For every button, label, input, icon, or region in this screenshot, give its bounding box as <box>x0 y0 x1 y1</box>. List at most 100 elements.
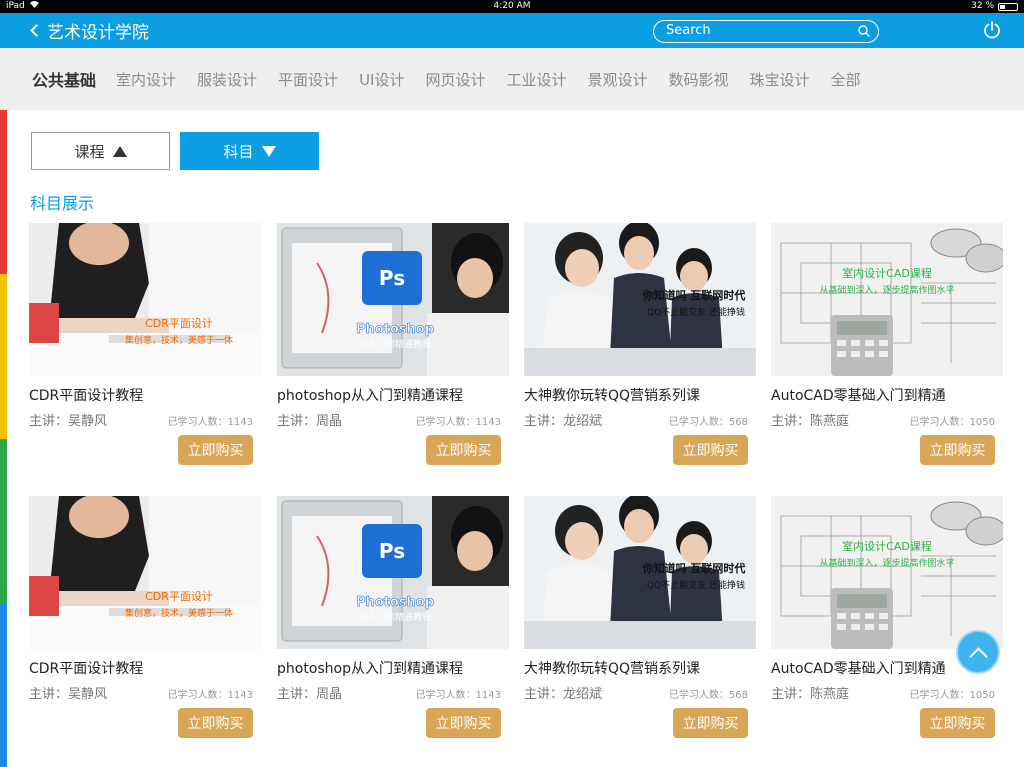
buy-now-button[interactable]: 立即购买 <box>178 708 253 738</box>
course-title[interactable]: AutoCAD零基础入门到精通 <box>771 658 946 678</box>
learner-count: 已学习人数：1050 <box>909 417 995 428</box>
learner-count: 已学习人数：1143 <box>415 417 501 428</box>
thumb-text: QQ不止能交友 还能挣钱 <box>647 579 745 591</box>
thumb-text: CDR平面设计 <box>145 590 213 603</box>
course-card[interactable]: CDR平面设计 集创意，技术，美感于一体 CDR平面设计教程 主讲：吴静风 已学… <box>29 223 261 473</box>
course-card[interactable]: 室内设计CAD课程 从基础到深入，逐步提高作图水平 AutoCAD零基础入门到精… <box>771 496 1003 746</box>
app-header: 艺术设计学院 Search <box>0 13 1024 48</box>
chevron-up-icon <box>969 647 988 666</box>
course-teacher: 主讲：周晶 <box>277 687 343 702</box>
thumb-text: QQ不止能交友 还能挣钱 <box>647 306 745 318</box>
thumb-text: Ps <box>379 266 405 290</box>
thumb-text: 室内设计CAD课程 <box>842 539 932 553</box>
chevron-left-icon <box>30 23 43 37</box>
category-digital-video[interactable]: 数码影视 <box>669 69 729 90</box>
course-thumbnail[interactable]: 室内设计CAD课程 从基础到深入，逐步提高作图水平 <box>771 223 1003 376</box>
buy-now-button[interactable]: 立即购买 <box>920 708 995 738</box>
course-card[interactable]: CDR平面设计 集创意，技术，美感于一体 CDR平面设计教程 主讲：吴静风 已学… <box>29 496 261 746</box>
buy-now-button[interactable]: 立即购买 <box>673 435 748 465</box>
course-thumbnail[interactable]: CDR平面设计 集创意，技术，美感于一体 <box>29 223 261 376</box>
thumb-text: Ps <box>379 539 405 563</box>
thumb-text: 从基础到深入，逐步提高作图水平 <box>819 557 954 569</box>
learner-count: 已学习人数：1143 <box>415 690 501 701</box>
thumb-text: 你知道吗 互联网时代 <box>642 561 746 575</box>
category-all[interactable]: 全部 <box>831 69 861 90</box>
thumb-text: 室内设计CAD课程 <box>842 266 932 280</box>
buy-now-button[interactable]: 立即购买 <box>178 435 253 465</box>
course-title[interactable]: CDR平面设计教程 <box>29 385 143 405</box>
learner-count: 已学习人数：568 <box>668 417 748 428</box>
battery-icon <box>998 2 1018 11</box>
thumb-text: Photoshop <box>356 322 434 337</box>
learner-count: 已学习人数：1050 <box>909 690 995 701</box>
category-public-basics[interactable]: 公共基础 <box>32 67 96 91</box>
category-graphic[interactable]: 平面设计 <box>278 69 338 90</box>
color-strip <box>0 110 7 767</box>
category-nav: 公共基础 室内设计 服装设计 平面设计 UI设计 网页设计 工业设计 景观设计 … <box>0 48 1024 110</box>
learner-count: 已学习人数：568 <box>668 690 748 701</box>
course-title[interactable]: 大神教你玩转QQ营销系列课 <box>524 658 700 678</box>
course-toggle-button[interactable]: 课程 <box>31 132 170 170</box>
thumb-text: 集创意，技术，美感于一体 <box>125 607 233 619</box>
thumb-text: 从基础到深入，逐步提高作图水平 <box>819 284 954 296</box>
course-title[interactable]: photoshop从入门到精通课程 <box>277 658 463 678</box>
scroll-to-top-button[interactable] <box>956 630 1000 674</box>
search-placeholder: Search <box>666 23 711 38</box>
subject-toggle-label: 科目 <box>223 142 254 161</box>
battery-percent: 32 % <box>971 1 994 11</box>
thumb-text: 从入门到精通教程 <box>359 338 431 350</box>
course-thumbnail[interactable]: 室内设计CAD课程 从基础到深入，逐步提高作图水平 <box>771 496 1003 649</box>
learner-count: 已学习人数：1143 <box>167 690 253 701</box>
course-thumbnail[interactable]: Ps Photoshop 从入门到精通教程 <box>277 496 509 649</box>
triangle-down-icon <box>261 145 276 157</box>
course-teacher: 主讲：龙绍斌 <box>524 414 603 429</box>
page-title: 艺术设计学院 <box>47 22 149 43</box>
course-teacher: 主讲：周晶 <box>277 414 343 429</box>
search-input[interactable]: Search <box>653 20 879 43</box>
course-thumbnail[interactable]: 你知道吗 互联网时代 QQ不止能交友 还能挣钱 <box>524 496 756 649</box>
section-title: 科目展示 <box>30 194 95 213</box>
category-web[interactable]: 网页设计 <box>425 69 485 90</box>
thumb-text: 从入门到精通教程 <box>359 611 431 623</box>
course-teacher: 主讲：吴静风 <box>29 414 108 429</box>
course-card[interactable]: 室内设计CAD课程 从基础到深入，逐步提高作图水平 AutoCAD零基础入门到精… <box>771 223 1003 473</box>
subject-toggle-button[interactable]: 科目 <box>180 132 319 170</box>
course-thumbnail[interactable]: 你知道吗 互联网时代 QQ不止能交友 还能挣钱 <box>524 223 756 376</box>
buy-now-button[interactable]: 立即购买 <box>426 708 501 738</box>
course-card[interactable]: Ps Photoshop 从入门到精通教程 photoshop从入门到精通课程 … <box>277 496 509 746</box>
thumb-text: CDR平面设计 <box>145 317 213 330</box>
course-title[interactable]: photoshop从入门到精通课程 <box>277 385 463 405</box>
buy-now-button[interactable]: 立即购买 <box>673 708 748 738</box>
course-title[interactable]: AutoCAD零基础入门到精通 <box>771 385 946 405</box>
status-bar: iPad 4:20 AM 32 % <box>0 0 1024 13</box>
power-icon[interactable] <box>982 20 1002 40</box>
category-industrial[interactable]: 工业设计 <box>506 69 566 90</box>
course-card[interactable]: 你知道吗 互联网时代 QQ不止能交友 还能挣钱 大神教你玩转QQ营销系列课 主讲… <box>524 223 756 473</box>
search-icon[interactable] <box>858 25 870 37</box>
course-card[interactable]: Ps Photoshop 从入门到精通教程 photoshop从入门到精通课程 … <box>277 223 509 473</box>
thumb-text: Photoshop <box>356 595 434 610</box>
course-teacher: 主讲：陈燕庭 <box>771 687 850 702</box>
course-thumbnail[interactable]: CDR平面设计 集创意，技术，美感于一体 <box>29 496 261 649</box>
buy-now-button[interactable]: 立即购买 <box>426 435 501 465</box>
course-title[interactable]: 大神教你玩转QQ营销系列课 <box>524 385 700 405</box>
course-thumbnail[interactable]: Ps Photoshop 从入门到精通教程 <box>277 223 509 376</box>
thumb-text: 你知道吗 互联网时代 <box>642 288 746 302</box>
buy-now-button[interactable]: 立即购买 <box>920 435 995 465</box>
back-button[interactable]: 艺术设计学院 <box>28 19 149 43</box>
learner-count: 已学习人数：1143 <box>167 417 253 428</box>
triangle-up-icon <box>112 145 127 157</box>
course-toggle-label: 课程 <box>74 142 105 161</box>
course-teacher: 主讲：吴静风 <box>29 687 108 702</box>
clock: 4:20 AM <box>493 1 531 11</box>
category-landscape[interactable]: 景观设计 <box>588 69 648 90</box>
category-interior[interactable]: 室内设计 <box>116 69 176 90</box>
category-ui[interactable]: UI设计 <box>359 69 404 90</box>
thumb-text: 集创意，技术，美感于一体 <box>125 334 233 346</box>
course-title[interactable]: CDR平面设计教程 <box>29 658 143 678</box>
course-card[interactable]: 你知道吗 互联网时代 QQ不止能交友 还能挣钱 大神教你玩转QQ营销系列课 主讲… <box>524 496 756 746</box>
course-teacher: 主讲：龙绍斌 <box>524 687 603 702</box>
category-fashion[interactable]: 服装设计 <box>197 69 257 90</box>
course-teacher: 主讲：陈燕庭 <box>771 414 850 429</box>
category-jewelry[interactable]: 珠宝设计 <box>750 69 810 90</box>
